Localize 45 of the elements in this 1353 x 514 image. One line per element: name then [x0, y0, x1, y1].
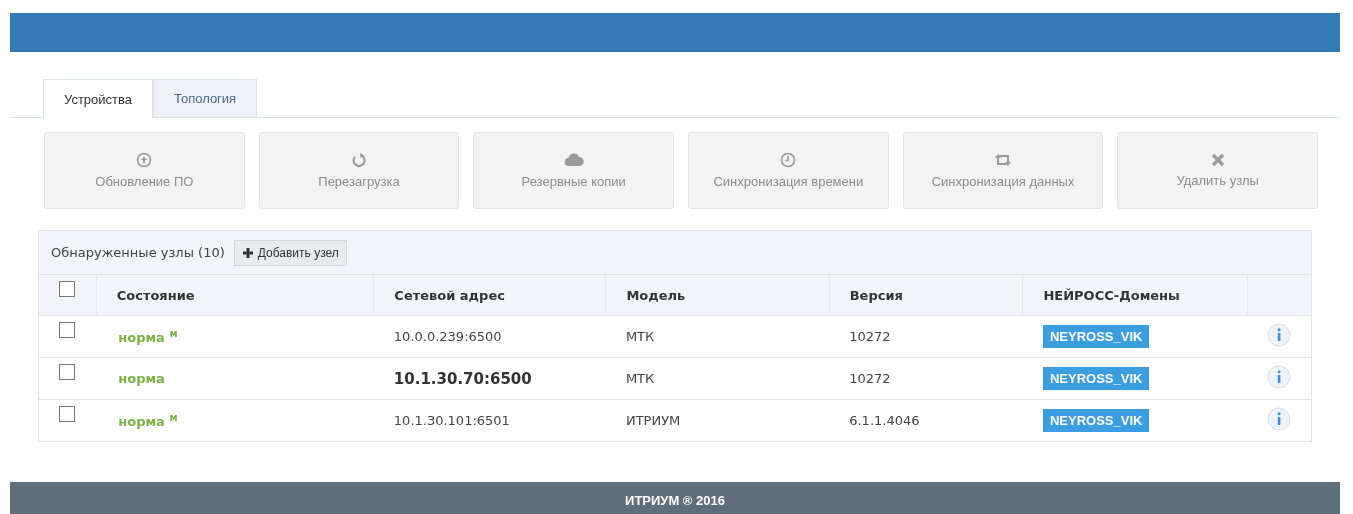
arrow-up-circle-icon: [136, 152, 153, 168]
address-text: 10.1.30.101:6501: [393, 413, 510, 428]
clock-icon: [780, 152, 797, 168]
add-node-button[interactable]: Добавить узел: [233, 239, 347, 266]
action-button[interactable]: Обновление ПО: [44, 132, 245, 209]
version-text: 6.1.1.4046: [849, 413, 920, 428]
column-header: Сетевой адрес: [394, 287, 505, 303]
info-icon[interactable]: [1267, 407, 1291, 431]
action-button[interactable]: Синхронизация данных: [902, 132, 1104, 209]
action-button[interactable]: Резервные копии: [473, 132, 674, 209]
status-text: норма $^{м}$: [118, 414, 178, 430]
tab[interactable]: Топология: [153, 79, 258, 117]
footer-text: ИТРИУМ ® 2016: [625, 493, 725, 508]
info-icon[interactable]: [1267, 323, 1291, 347]
model-text: МТК: [625, 371, 655, 386]
action-button[interactable]: Синхронизация времени: [688, 132, 889, 209]
retweet-icon: [993, 152, 1013, 168]
close-icon: [1210, 153, 1225, 167]
action-button[interactable]: Удалить узлы: [1117, 132, 1319, 209]
column-header: Версия: [849, 287, 903, 303]
checkbox[interactable]: [59, 322, 75, 338]
model-text: ИТРИУМ: [625, 413, 681, 428]
domain-tag: NEYROSS_VIK: [1042, 367, 1150, 390]
address-text: 10.1.30.70:6500: [393, 369, 532, 388]
action-button[interactable]: Перезагрузка: [258, 132, 460, 209]
column-header: НЕЙРОСС-Домены: [1043, 287, 1180, 303]
checkbox[interactable]: [59, 406, 75, 422]
domain-tag: NEYROSS_VIK: [1042, 409, 1150, 432]
checkbox[interactable]: [59, 281, 75, 297]
panel-title: Обнаруженные узлы (10): [51, 245, 225, 260]
plus-icon: [241, 246, 254, 259]
model-text: МТК: [625, 329, 655, 344]
info-icon[interactable]: [1267, 365, 1291, 389]
column-header: Состояние: [116, 287, 195, 303]
domain-tag: NEYROSS_VIK: [1042, 325, 1150, 348]
reload-icon: [351, 152, 367, 168]
address-text: 10.0.0.239:6500: [393, 329, 502, 344]
checkbox[interactable]: [59, 364, 75, 380]
status-text: норма $^{м}$: [118, 330, 178, 346]
status-text: норма: [118, 371, 165, 386]
version-text: 10272: [849, 371, 891, 386]
column-header: Модель: [626, 287, 686, 303]
cloud-icon: [563, 152, 584, 168]
version-text: 10272: [849, 329, 891, 344]
tab[interactable]: Устройства: [43, 79, 153, 118]
